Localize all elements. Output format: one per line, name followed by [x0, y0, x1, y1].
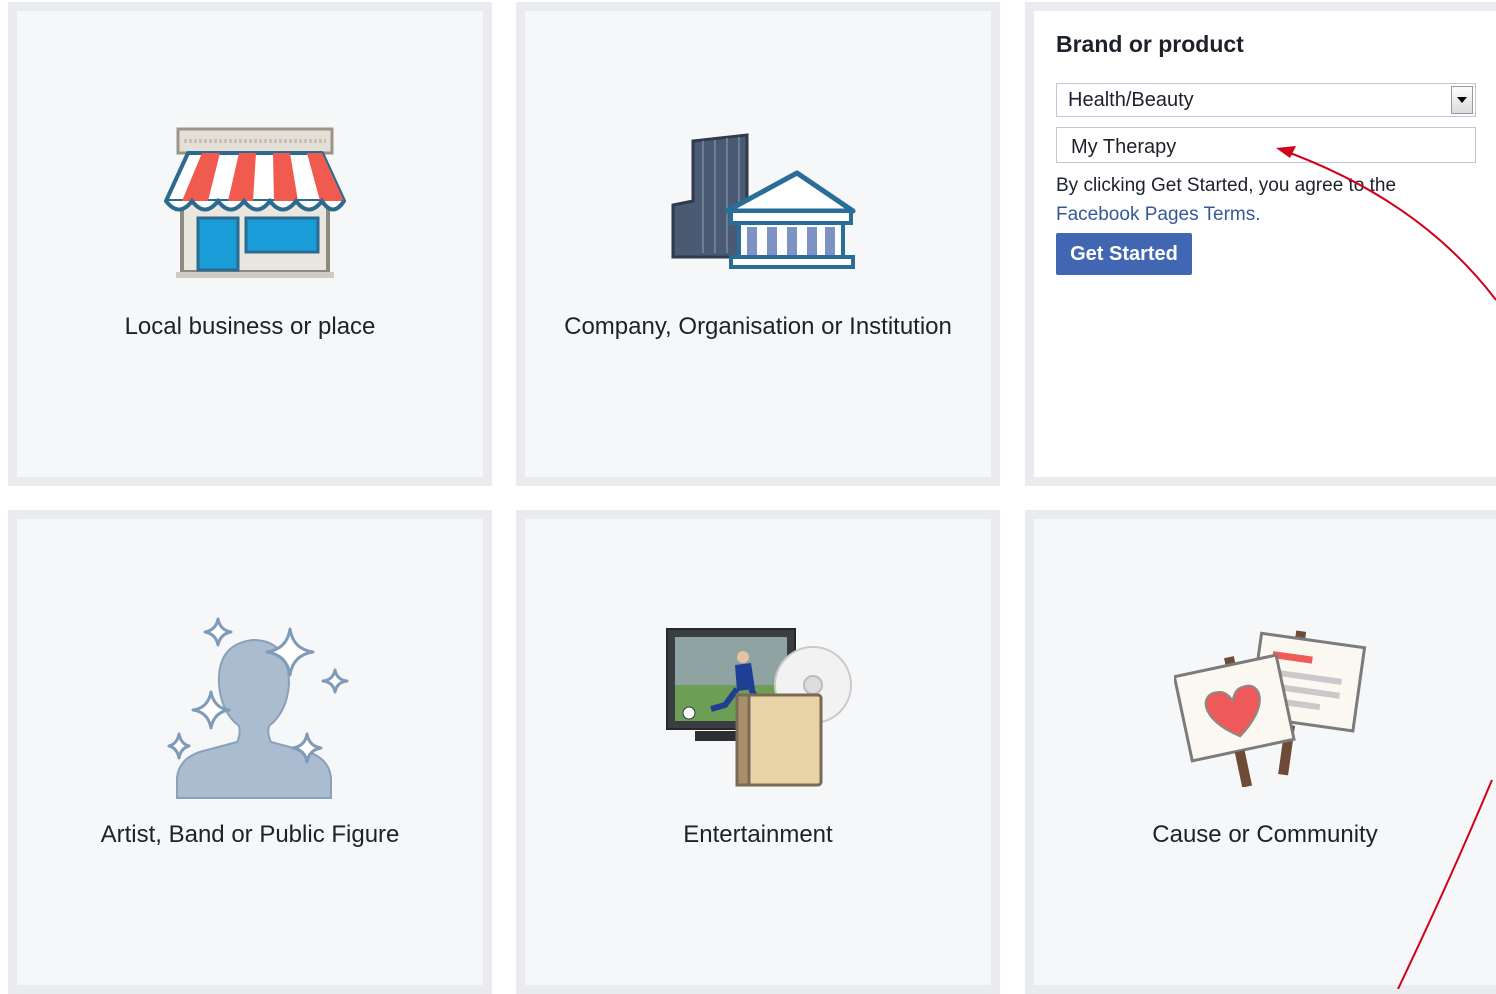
tile-label: Cause or Community [1152, 821, 1378, 848]
tile-brand-product: Brand or product Health/Beauty By clicki… [1025, 2, 1496, 486]
pages-terms-link[interactable]: Facebook Pages Terms. [1056, 204, 1261, 225]
buildings-icon [671, 133, 856, 269]
tv-disc-book-icon [666, 628, 852, 787]
tile-cause-community[interactable]: Cause or Community [1025, 510, 1496, 994]
category-select[interactable]: Health/Beauty [1056, 83, 1476, 117]
page-name-input[interactable] [1056, 127, 1476, 163]
tile-entertainment[interactable]: Entertainment [516, 510, 1000, 994]
person-sparkles-icon [167, 617, 349, 799]
tile-local-business[interactable]: Local business or place [8, 2, 492, 486]
storefront-icon [164, 127, 346, 278]
tile-label: Local business or place [124, 313, 376, 340]
tile-label: Artist, Band or Public Figure [100, 821, 400, 848]
terms-sentence: By clicking Get Started, you agree to th… [1056, 175, 1397, 196]
get-started-button[interactable]: Get Started [1056, 233, 1192, 275]
tile-artist[interactable]: Artist, Band or Public Figure [8, 510, 492, 994]
category-select-value: Health/Beauty [1068, 89, 1194, 111]
dropdown-arrow-icon[interactable] [1451, 86, 1473, 114]
tile-company[interactable]: Company, Organisation or Institution [516, 2, 1000, 486]
tile-label: Company, Organisation or Institution [564, 313, 952, 340]
protest-signs-icon [1174, 630, 1367, 787]
tile-label: Entertainment [683, 821, 833, 848]
terms-text: By clicking Get Started, you agree to th… [1056, 171, 1476, 229]
panel-title: Brand or product [1056, 31, 1244, 57]
